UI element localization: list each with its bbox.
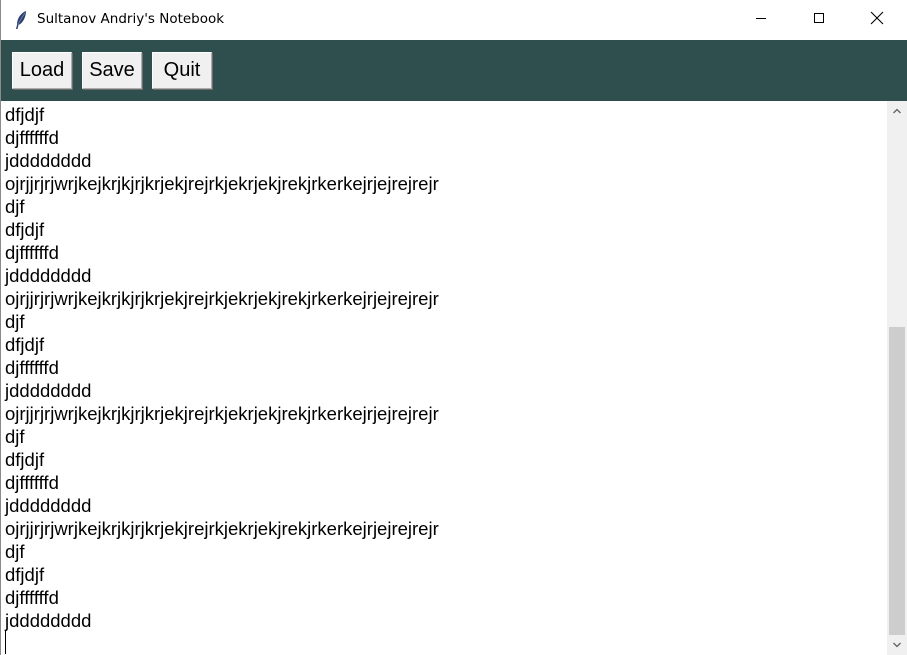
- text-line: ojrjjrjrjwrjkejkrjkjrjkrjekjrejrkjekrjek…: [5, 173, 439, 194]
- text-line: ojrjjrjrjwrjkejkrjkjrjkrjekjrejrkjekrjek…: [5, 403, 439, 424]
- minimize-button[interactable]: [738, 0, 784, 40]
- notebook-window: Sultanov Andriy's Notebook Load Save Qui…: [0, 0, 907, 655]
- feather-icon: [14, 10, 28, 30]
- scroll-thumb[interactable]: [889, 327, 905, 635]
- text-line: jdddddddd: [5, 380, 92, 401]
- text-line: djffffffd: [5, 127, 59, 148]
- text-line: dfjdjf: [5, 104, 45, 125]
- minimize-icon: [755, 11, 767, 29]
- text-line: ojrjjrjrjwrjkejkrjkjrjkrjekjrejrkjekrjek…: [5, 288, 439, 309]
- text-caret: [5, 630, 6, 654]
- text-line: djf: [5, 426, 25, 447]
- maximize-icon: [813, 11, 825, 29]
- text-line: jdddddddd: [5, 610, 92, 631]
- scroll-up-button[interactable]: [887, 101, 907, 121]
- text-line: djf: [5, 541, 25, 562]
- vertical-scrollbar[interactable]: [887, 101, 907, 655]
- close-icon: [870, 11, 884, 30]
- quit-button[interactable]: Quit: [152, 52, 212, 89]
- toolbar: Load Save Quit: [1, 40, 907, 101]
- title-bar[interactable]: Sultanov Andriy's Notebook: [1, 0, 907, 40]
- text-line: djffffffd: [5, 472, 59, 493]
- text-line: dfjdjf: [5, 449, 45, 470]
- window-title: Sultanov Andriy's Notebook: [37, 11, 225, 27]
- text-line: jdddddddd: [5, 495, 92, 516]
- close-button[interactable]: [854, 0, 900, 40]
- text-line: djf: [5, 196, 25, 217]
- text-line: jdddddddd: [5, 150, 92, 171]
- text-line: jdddddddd: [5, 265, 92, 286]
- text-line: djf: [5, 311, 25, 332]
- chevron-down-icon: [892, 636, 902, 654]
- chevron-up-icon: [892, 102, 902, 120]
- load-button[interactable]: Load: [12, 52, 72, 89]
- text-line: dfjdjf: [5, 334, 45, 355]
- text-line: djffffffd: [5, 357, 59, 378]
- text-line: dfjdjf: [5, 564, 45, 585]
- text-editor[interactable]: dfjdjf djffffffd jdddddddd ojrjjrjrjwrjkejk…: [1, 101, 887, 655]
- text-line: ojrjjrjrjwrjkejkrjkjrjkrjekjrejrkjekrjek…: [5, 518, 439, 539]
- save-button[interactable]: Save: [82, 52, 142, 89]
- scroll-down-button[interactable]: [887, 635, 907, 655]
- text-line: dfjdjf: [5, 219, 45, 240]
- text-line: djffffffd: [5, 587, 59, 608]
- text-line: djffffffd: [5, 242, 59, 263]
- maximize-button[interactable]: [796, 0, 842, 40]
